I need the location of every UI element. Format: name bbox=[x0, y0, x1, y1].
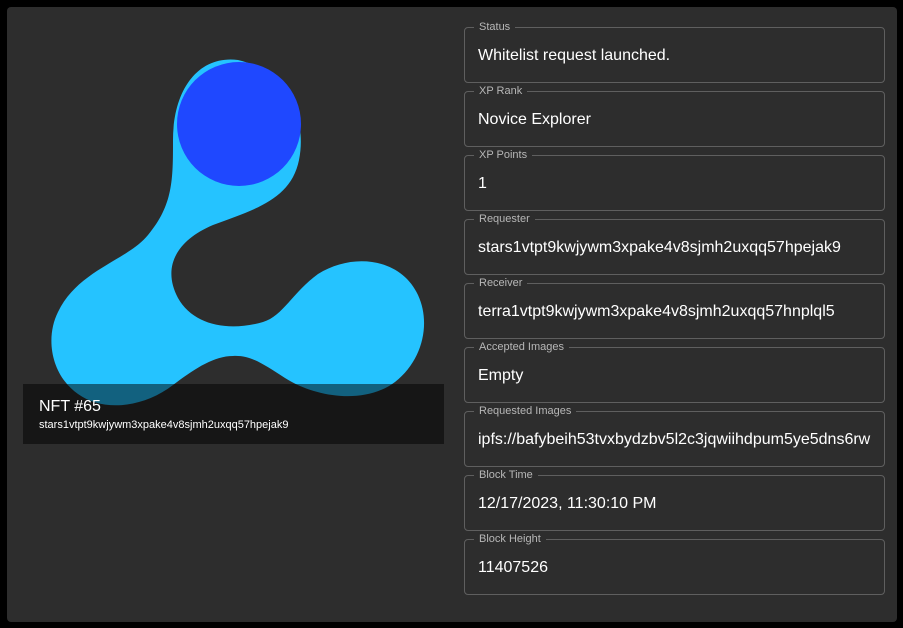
requested-images-field[interactable]: Requested Images ipfs://bafybeih53tvxbyd… bbox=[464, 404, 885, 467]
xp-points-label: XP Points bbox=[474, 148, 533, 162]
accepted-images-label: Accepted Images bbox=[474, 340, 569, 354]
nft-title: NFT #65 bbox=[39, 398, 101, 415]
xp-points-value[interactable]: 1 bbox=[478, 174, 871, 194]
block-height-field[interactable]: Block Height 11407526 bbox=[464, 532, 885, 595]
block-height-label: Block Height bbox=[474, 532, 546, 546]
requester-label: Requester bbox=[474, 212, 535, 226]
block-time-value[interactable]: 12/17/2023, 11:30:10 PM bbox=[478, 494, 871, 514]
requested-images-label: Requested Images bbox=[474, 404, 577, 418]
receiver-label: Receiver bbox=[474, 276, 528, 290]
requester-field[interactable]: Requester stars1vtpt9kwjywm3xpake4v8sjmh… bbox=[464, 212, 885, 275]
receiver-field[interactable]: Receiver terra1vtpt9kwjywm3xpake4v8sjmh2… bbox=[464, 276, 885, 339]
requester-value[interactable]: stars1vtpt9kwjywm3xpake4v8sjmh2uxqq57hpe… bbox=[478, 238, 871, 258]
nft-owner-address: stars1vtpt9kwjywm3xpake4v8sjmh2uxqq57hpe… bbox=[39, 419, 289, 431]
accepted-images-field[interactable]: Accepted Images Empty bbox=[464, 340, 885, 403]
status-label: Status bbox=[474, 20, 516, 34]
logo-inner-circle bbox=[177, 62, 301, 186]
xp-points-field[interactable]: XP Points 1 bbox=[464, 148, 885, 211]
stargaze-logo-icon bbox=[51, 59, 425, 406]
status-field[interactable]: Status Whitelist request launched. bbox=[464, 20, 885, 83]
block-time-label: Block Time bbox=[474, 468, 538, 482]
receiver-value[interactable]: terra1vtpt9kwjywm3xpake4v8sjmh2uxqq57hnp… bbox=[478, 302, 871, 322]
status-value[interactable]: Whitelist request launched. bbox=[478, 46, 871, 66]
xp-rank-value[interactable]: Novice Explorer bbox=[478, 110, 871, 130]
nft-details-fields: Status Whitelist request launched. XP Ra… bbox=[464, 20, 885, 603]
accepted-images-value[interactable]: Empty bbox=[478, 366, 871, 386]
requested-images-value[interactable]: ipfs://bafybeih53tvxbydzbv5l2c3jqwiihdpu… bbox=[478, 430, 871, 450]
xp-rank-label: XP Rank bbox=[474, 84, 528, 98]
xp-rank-field[interactable]: XP Rank Novice Explorer bbox=[464, 84, 885, 147]
block-time-field[interactable]: Block Time 12/17/2023, 11:30:10 PM bbox=[464, 468, 885, 531]
nft-image-panel[interactable]: NFT #65 stars1vtpt9kwjywm3xpake4v8sjmh2u… bbox=[23, 20, 444, 444]
block-height-value[interactable]: 11407526 bbox=[478, 558, 871, 578]
nft-caption: NFT #65 stars1vtpt9kwjywm3xpake4v8sjmh2u… bbox=[23, 384, 444, 444]
